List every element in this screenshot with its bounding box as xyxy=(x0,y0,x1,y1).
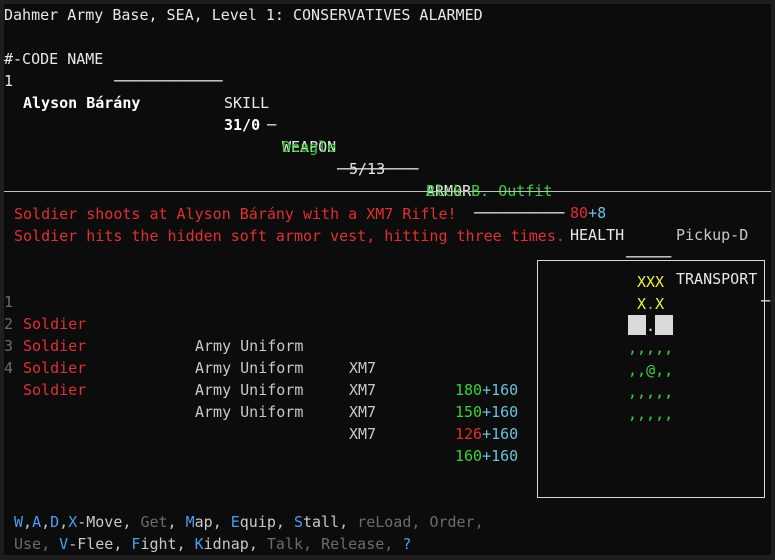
squad-member-skill: 31/0 xyxy=(224,116,261,134)
key-w[interactable]: W xyxy=(14,513,23,531)
map-grass-row: ,,,,, xyxy=(628,339,674,357)
kidnap-command: idnap xyxy=(203,535,249,553)
enemy-health-value: 180 xyxy=(455,381,483,399)
order-command: Order xyxy=(429,513,475,531)
enemy-row[interactable]: 4 Soldier Army Uniform XM7 160+160 xyxy=(4,335,534,465)
map-grass-row: ,,,,, xyxy=(628,383,674,401)
header-dash: ─ xyxy=(267,116,277,134)
minimap: XXX X.X . ,,,,, ,,@,, ,,,,, ,,,,, xyxy=(537,260,765,498)
enemy-name: Soldier xyxy=(23,381,87,399)
key-v[interactable]: V xyxy=(59,535,68,553)
enemy-health-bonus: +160 xyxy=(482,403,519,421)
fight-command: ight xyxy=(140,535,177,553)
squad-member-ammo: 5/13 xyxy=(349,160,386,178)
map-wall-row: X.X xyxy=(637,293,664,315)
enemy-health: 160+160 xyxy=(455,445,518,467)
key-x[interactable]: X xyxy=(68,513,77,531)
stall-command: tall xyxy=(303,513,340,531)
health-value: 80 xyxy=(570,204,589,222)
enemy-row[interactable]: 3 Soldier Army Uniform XM7 126+160 xyxy=(4,313,534,443)
map-grass: ,, xyxy=(628,361,647,379)
squad-member-health: 80+8 xyxy=(570,202,606,224)
location-status: Dahmer Army Base, SEA, Level 1: CONSERVA… xyxy=(4,6,483,24)
enemy-weapon: XM7 xyxy=(349,381,377,399)
enemy-health: 180+160 xyxy=(455,379,518,401)
enemy-armor: Army Uniform xyxy=(195,381,304,399)
map-player-row: ,,@,, xyxy=(628,359,673,381)
key-k[interactable]: K xyxy=(195,535,204,553)
map-door-row: . xyxy=(628,315,674,337)
key-s[interactable]: S xyxy=(294,513,303,531)
enemy-health-value: 126 xyxy=(455,425,483,443)
enemy-health-bonus: +160 xyxy=(482,381,519,399)
enemy-health-value: 150 xyxy=(455,403,483,421)
command-bar-line-1: W,A,D,X-Move, Get, Map, Equip, Stall, re… xyxy=(14,513,484,531)
enemy-health-value: 160 xyxy=(455,447,483,465)
divider xyxy=(4,191,771,192)
release-command: Release xyxy=(321,535,385,553)
player-marker: @ xyxy=(646,361,656,379)
game-terminal: Dahmer Army Base, SEA, Level 1: CONSERVA… xyxy=(4,4,771,555)
enemy-health: 150+160 xyxy=(455,401,518,423)
key-d[interactable]: D xyxy=(50,513,59,531)
enemy-weapon: XM7 xyxy=(349,359,377,377)
enemy-health-bonus: +160 xyxy=(482,447,519,465)
squad-member-weapon: Deagle xyxy=(282,138,337,156)
enemy-weapon: XM7 xyxy=(349,425,377,443)
health-bonus: +8 xyxy=(588,204,607,222)
use-command: Use xyxy=(14,535,42,553)
message-line-2: Soldier hits the hidden soft armor vest,… xyxy=(14,227,565,245)
talk-command: Talk xyxy=(266,535,303,553)
flee-command: -Flee xyxy=(68,535,114,553)
message-line-1: Soldier shoots at Alyson Bárány with a X… xyxy=(14,205,457,223)
reload-command: reLoad xyxy=(357,513,412,531)
map-grass-row: ,,,,, xyxy=(628,405,674,423)
equip-command: quip xyxy=(239,513,276,531)
help-key[interactable]: ? xyxy=(402,535,411,553)
enemy-armor: Army Uniform xyxy=(195,359,304,377)
map-block xyxy=(655,315,674,335)
map-block xyxy=(628,315,646,335)
enemy-row[interactable]: 1 Soldier Army Uniform XM7 180+160 xyxy=(4,269,534,399)
get-command: Get xyxy=(140,513,168,531)
header-health: HEALTH xyxy=(570,226,625,244)
map-wall: X xyxy=(655,295,665,313)
header-dash: ──────────── xyxy=(114,72,223,90)
map-floor: . xyxy=(646,295,656,313)
map-command: ap xyxy=(194,513,213,531)
squad-header: #-CODE NAME ──────────── SKILL ─ WEAPON … xyxy=(4,26,771,310)
enemy-health-bonus: +160 xyxy=(482,425,519,443)
squad-member-row[interactable]: 1 Alyson Bárány 31/0 Deagle 5/13 Blck B.… xyxy=(4,48,771,244)
squad-member-number: 1 xyxy=(4,72,14,90)
squad-member-name: Alyson Bárány xyxy=(23,94,141,112)
key-e[interactable]: E xyxy=(231,513,240,531)
move-command: -Move xyxy=(77,513,123,531)
map-wall-row: XXX xyxy=(637,273,665,291)
map-floor: . xyxy=(646,317,656,335)
command-bar-line-2: Use, V-Flee, Fight, Kidnap, Talk, Releas… xyxy=(14,535,412,553)
enemy-health: 126+160 xyxy=(455,423,518,445)
map-wall: X xyxy=(637,295,647,313)
map-grass: ,, xyxy=(655,361,674,379)
enemy-number: 4 xyxy=(4,359,14,377)
enemy-row[interactable]: 2 Soldier Army Uniform XM7 150+160 xyxy=(4,291,534,421)
enemy-weapon: XM7 xyxy=(349,403,377,421)
header-skill: SKILL xyxy=(224,94,270,112)
key-m[interactable]: M xyxy=(186,513,195,531)
squad-member-transport: Pickup-D xyxy=(676,226,749,244)
enemy-armor: Army Uniform xyxy=(195,403,304,421)
key-a[interactable]: A xyxy=(32,513,41,531)
header-dash: ────────── xyxy=(474,204,565,222)
